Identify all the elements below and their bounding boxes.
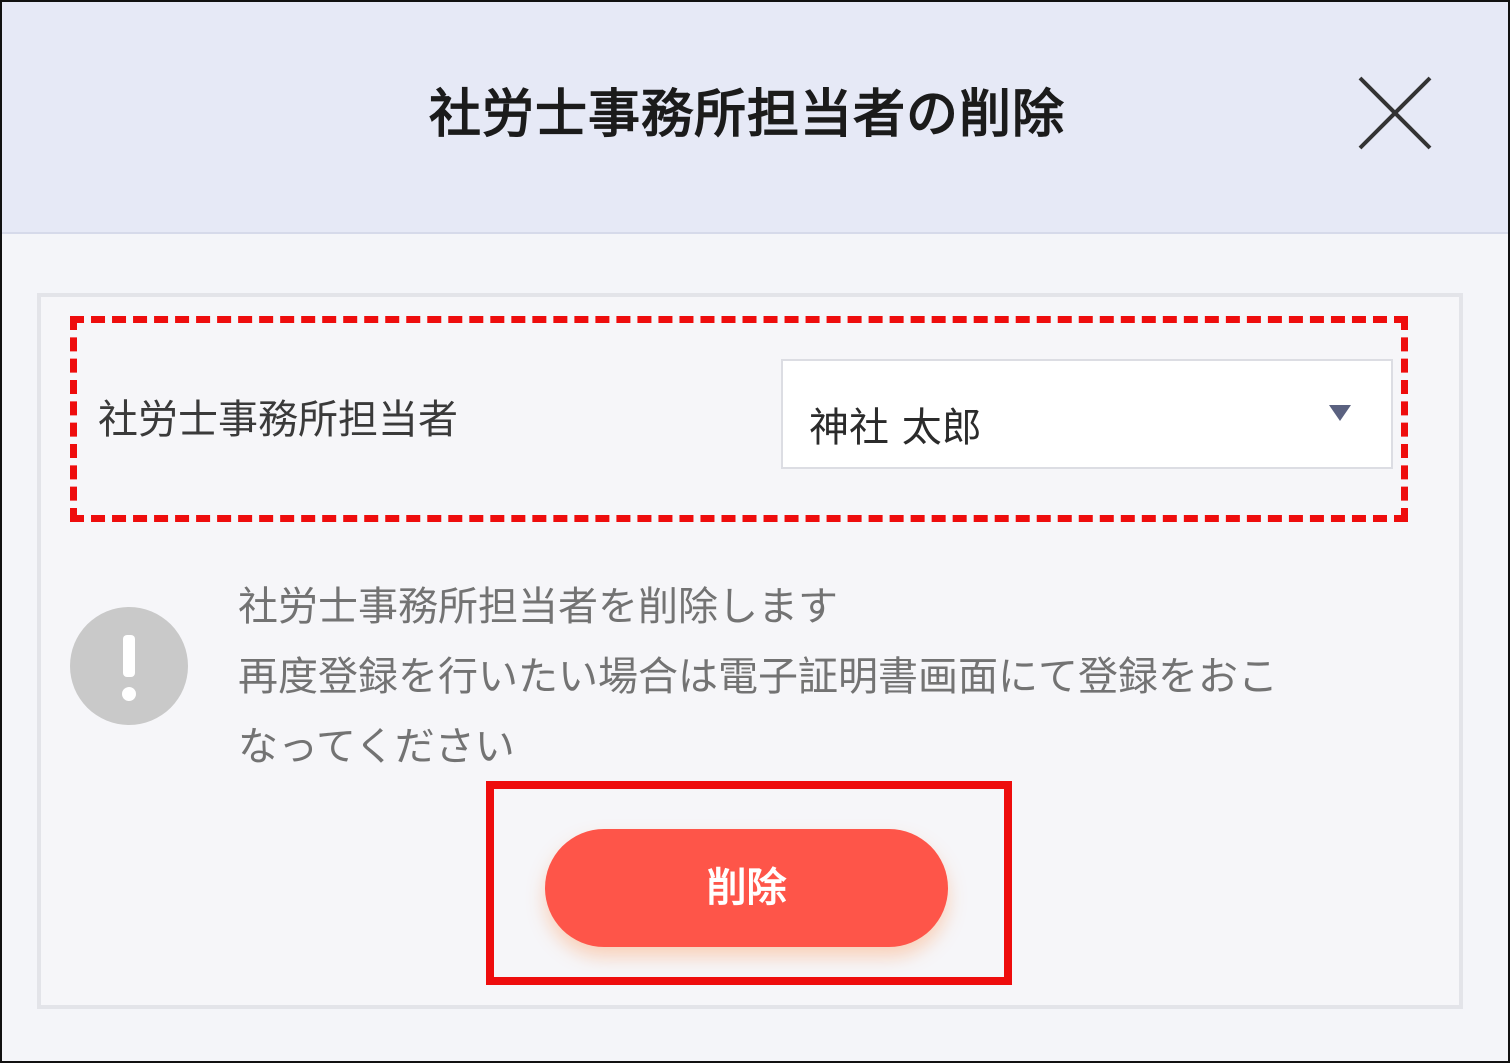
message-line-2: 再度登録を行いたい場合は電子証明書画面にて登録をおこ [238,654,1278,700]
exclamation-bar [123,635,135,677]
close-icon[interactable] [1356,74,1434,152]
field-annotation-box [70,316,1408,522]
exclamation-dot [122,687,136,701]
message-line-3: なってください [238,724,515,770]
delete-button[interactable]: 削除 [545,829,948,947]
dialog-title: 社労士事務所担当者の削除 [428,85,1065,145]
dialog-header: 社労士事務所担当者の削除 [2,2,1508,234]
exclamation-icon [70,607,188,725]
message-line-1: 社労士事務所担当者を削除します [238,584,838,630]
close-icon-graphic [1358,76,1432,150]
